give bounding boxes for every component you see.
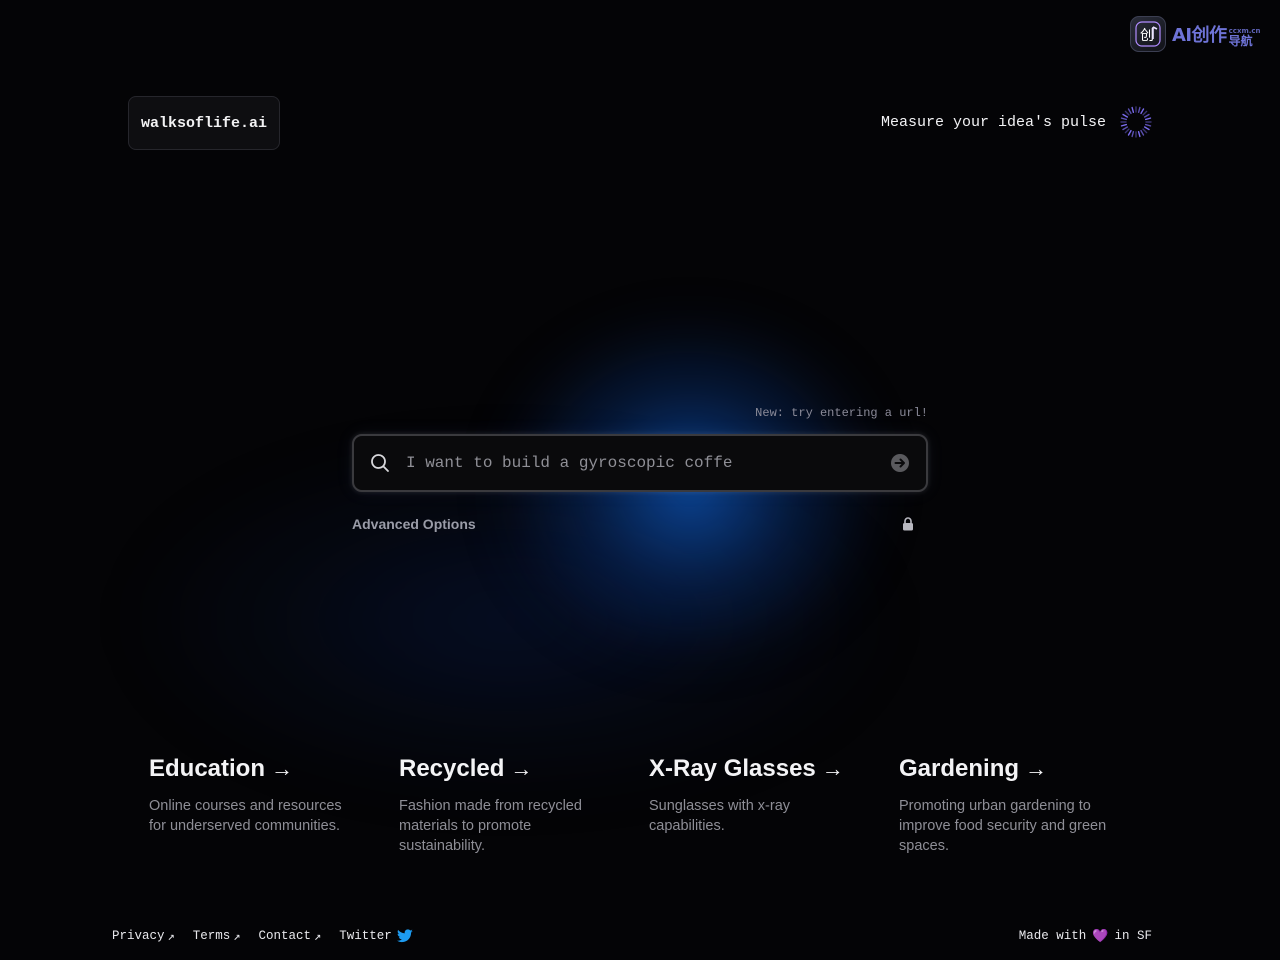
idea-card-title: Gardening → (899, 754, 1149, 784)
footer-link-terms[interactable]: Terms ↗ (193, 929, 241, 944)
idea-card-education[interactable]: Education → Online courses and resources… (149, 754, 399, 856)
arrow-right-icon: → (271, 756, 294, 781)
idea-card-title: X-Ray Glasses → (649, 754, 899, 784)
heart-icon: 💜 (1092, 928, 1109, 944)
corner-badge[interactable]: 创 AI创作 ccxm.cn 导航 (1130, 14, 1264, 54)
idea-card-title-text: Recycled (399, 755, 505, 782)
corner-badge-small-bottom: 导航 (1228, 34, 1253, 48)
idea-card-xray-glasses[interactable]: X-Ray Glasses → Sunglasses with x-ray ca… (649, 754, 899, 856)
footer-link-label: Terms (192, 929, 231, 943)
corner-logo-icon: 创 (1130, 16, 1166, 52)
advanced-options-row: Advanced Options (352, 512, 928, 536)
idea-card-recycled[interactable]: Recycled → Fashion made from recycled ma… (399, 754, 649, 856)
idea-card-title-text: Gardening (899, 755, 1020, 782)
made-with-love: Made with 💜 in SF (1019, 926, 1152, 946)
arrow-right-icon: → (821, 756, 844, 781)
idea-card-gardening[interactable]: Gardening → Promoting urban gardening to… (899, 754, 1149, 856)
external-link-icon: ↗ (167, 929, 175, 944)
radial-spinner-icon (1120, 106, 1152, 138)
twitter-bird-icon (396, 929, 413, 943)
background-glow-wide (130, 440, 890, 800)
idea-cards: Education → Online courses and resources… (149, 754, 1149, 856)
page: 创 AI创作 ccxm.cn 导航 walksoflife.ai Measure… (0, 0, 1280, 960)
measure-pulse-link[interactable]: Measure your idea's pulse (881, 104, 1152, 140)
footer-link-contact[interactable]: Contact ↗ (259, 929, 322, 944)
svg-text:创: 创 (1140, 28, 1154, 44)
idea-card-description: Sunglasses with x-ray capabilities. (649, 798, 791, 834)
idea-card-title: Recycled → (399, 754, 649, 784)
arrow-right-circle-icon (891, 454, 909, 472)
search-input[interactable] (406, 443, 874, 483)
made-with-suffix: in SF (1114, 929, 1152, 943)
search-icon (354, 453, 406, 473)
corner-badge-text: AI创作 ccxm.cn 导航 (1172, 21, 1261, 47)
idea-card-title-text: Education (149, 755, 266, 782)
footer-link-privacy[interactable]: Privacy ↗ (112, 929, 175, 944)
footer-link-label: Privacy (112, 929, 165, 943)
idea-card-description: Online courses and resources for underse… (149, 798, 342, 834)
arrow-right-icon: → (510, 756, 533, 781)
advanced-options-toggle[interactable]: Advanced Options (352, 516, 476, 532)
idea-card-description: Promoting urban gardening to improve foo… (899, 798, 1107, 854)
footer-link-twitter[interactable]: Twitter (339, 929, 413, 943)
submit-button[interactable] (874, 443, 926, 483)
footer-links: Privacy ↗ Terms ↗ Contact ↗ Twitter (112, 926, 431, 946)
external-link-icon: ↗ (314, 929, 322, 944)
idea-card-title: Education → (149, 754, 399, 784)
search-hint: New: try entering a url! (755, 406, 928, 420)
brand-logo-button[interactable]: walksoflife.ai (128, 96, 280, 150)
lock-icon (902, 517, 914, 531)
idea-card-description: Fashion made from recycled materials to … (399, 798, 582, 854)
external-link-icon: ↗ (233, 929, 241, 944)
idea-card-title-text: X-Ray Glasses (649, 755, 816, 782)
search-box[interactable] (352, 434, 928, 492)
made-with-prefix: Made with (1018, 929, 1087, 943)
corner-badge-main: AI创作 (1172, 25, 1227, 46)
arrow-right-icon: → (1025, 756, 1048, 781)
footer-link-label: Contact (258, 929, 312, 943)
footer-link-label: Twitter (339, 929, 392, 943)
measure-pulse-label: Measure your idea's pulse (880, 113, 1106, 131)
corner-logo-glyph-icon: 创 (1135, 21, 1161, 47)
